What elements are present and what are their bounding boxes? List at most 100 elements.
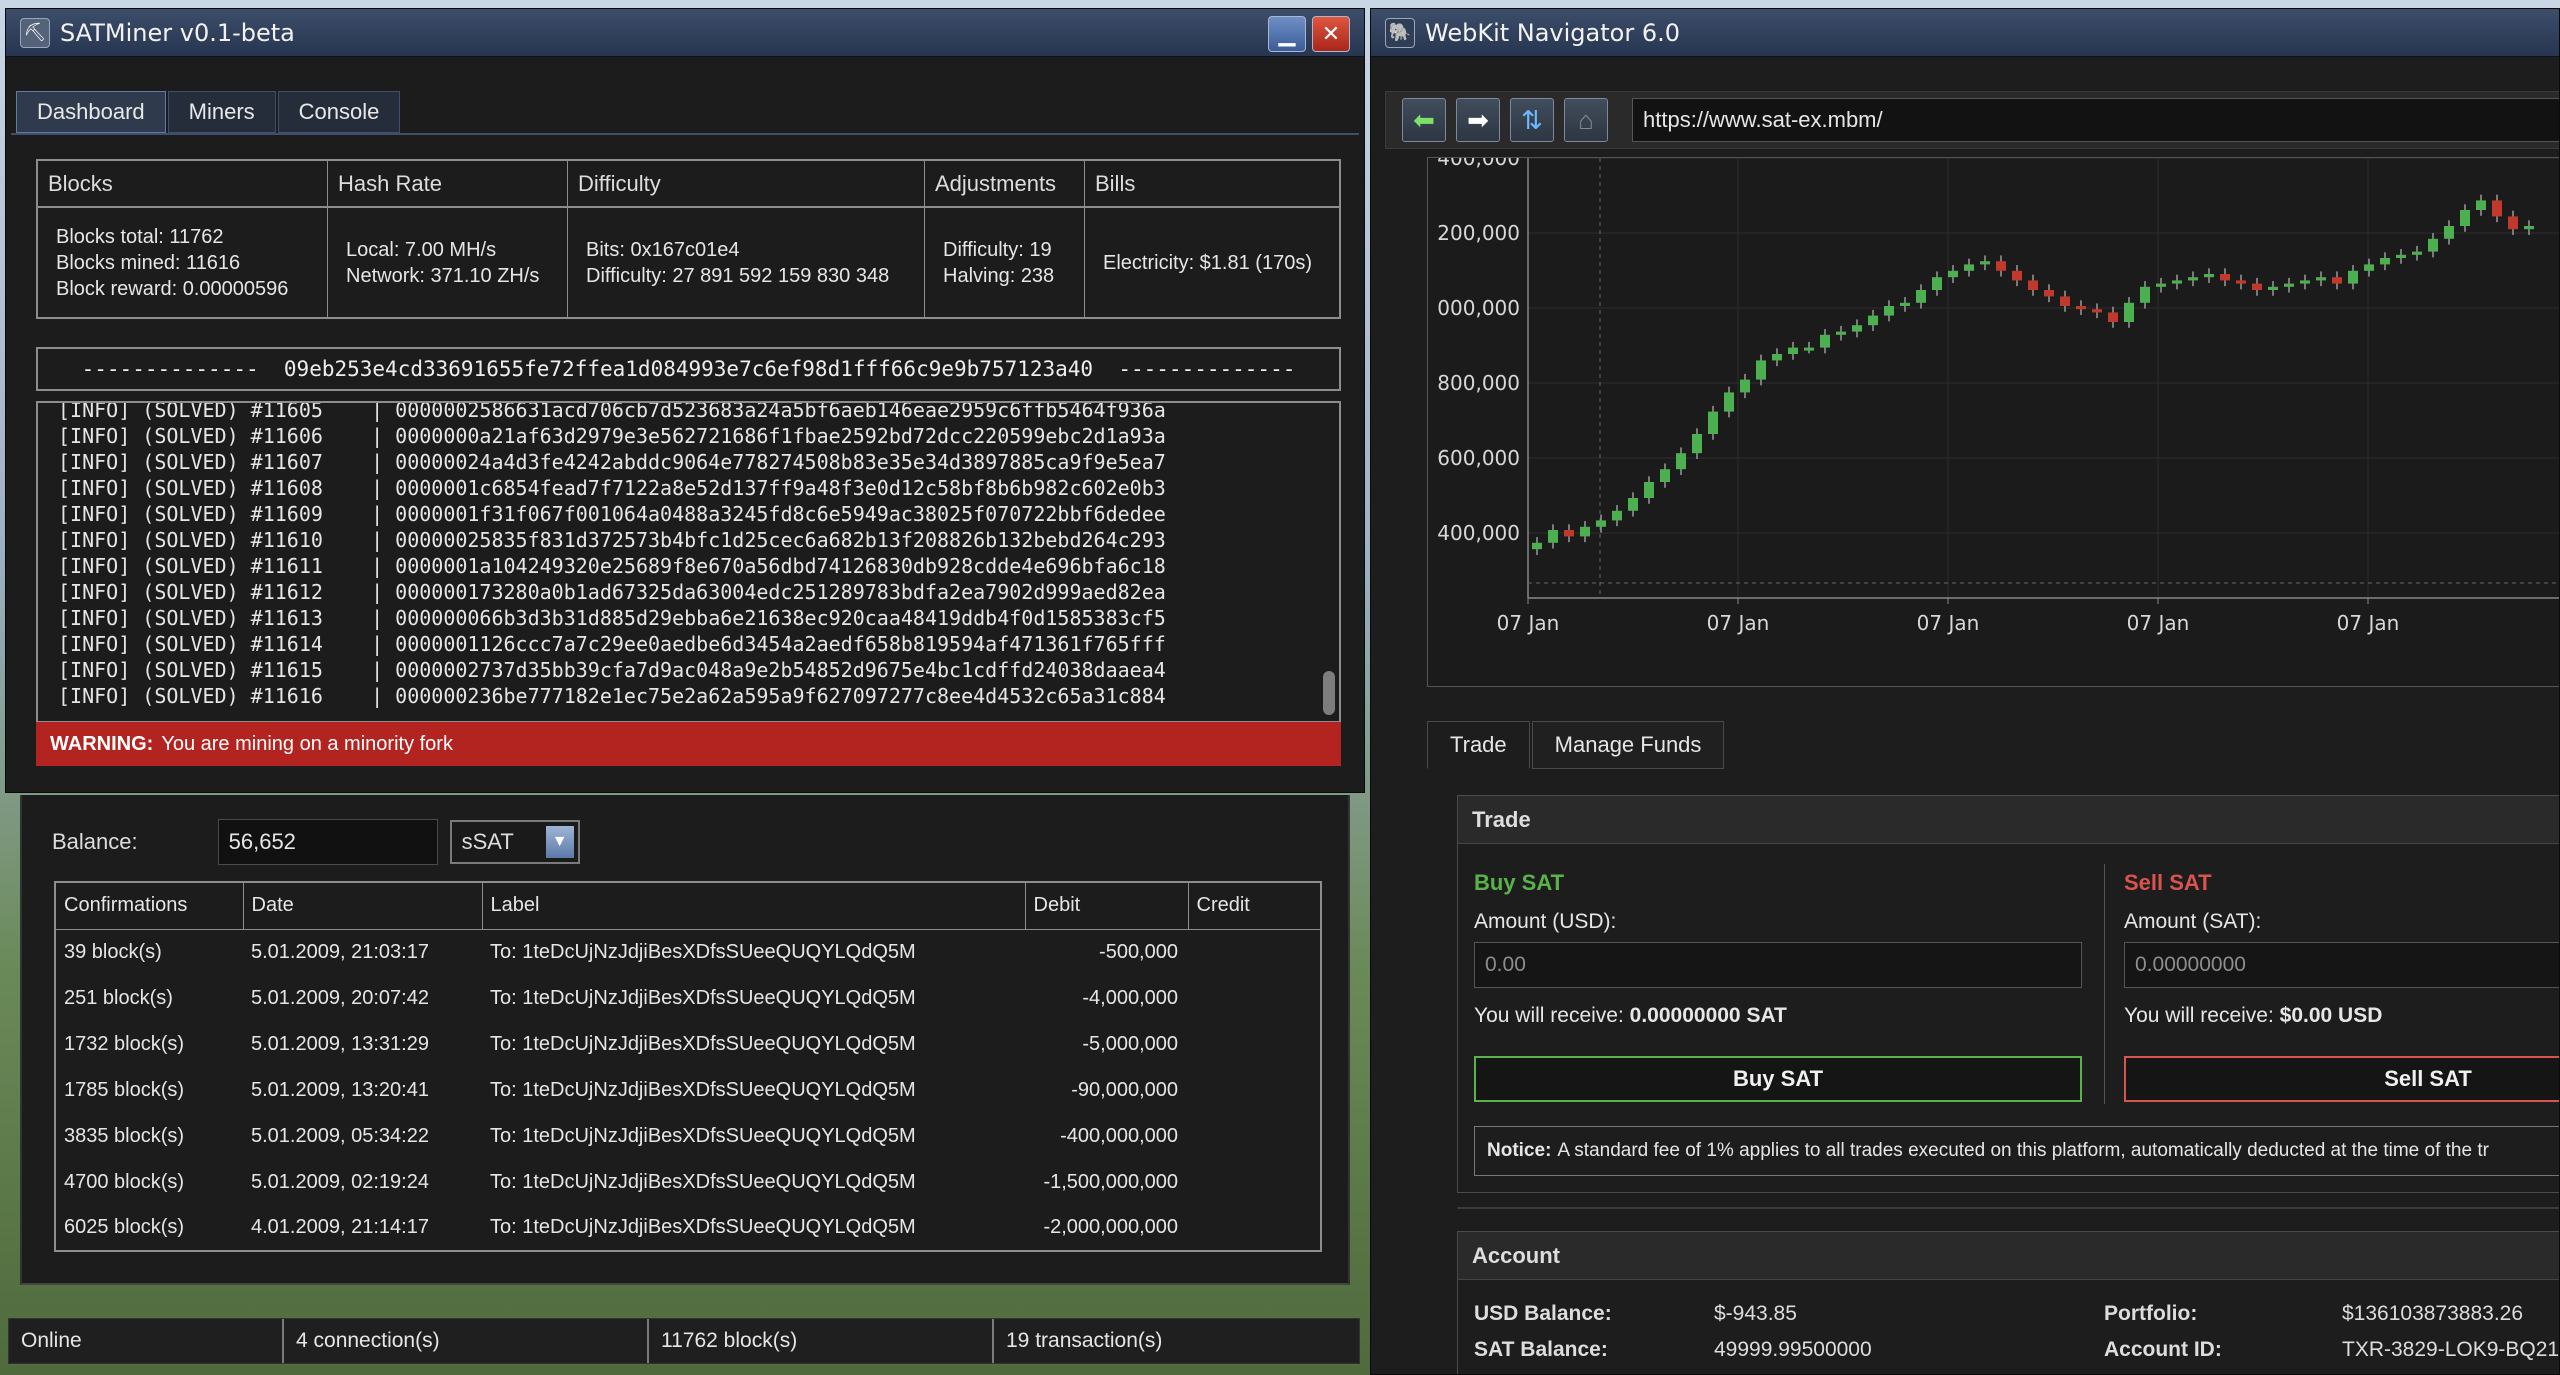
browser-titlebar[interactable]: 🐘 WebKit Navigator 6.0 [1371,9,2559,57]
stats-blocks-cell: Blocks total: 11762 Blocks mined: 11616 … [38,208,328,317]
tx-date: 5.01.2009, 13:20:41 [251,1078,429,1101]
x-tick-label: 07 Jan [1497,611,1560,635]
browser-window: 🐘 WebKit Navigator 6.0 ⬅ ➡ ⇅ ⌂ https://w… [1370,8,2560,1375]
sell-column: Sell SAT Amount (SAT): 0.00000000 You wi… [2124,870,2559,1102]
trade-header: Trade [1458,796,2559,844]
candle-body [1676,453,1686,470]
log-line: [INFO] (SOLVED) #11609 | 0000001f31f067f… [58,502,1166,526]
candle-body [1932,277,1942,290]
buy-receive-value: 0.00000000 SAT [1629,1004,1787,1027]
minimize-button[interactable]: ▁ [1268,16,1306,52]
col-confirmations[interactable]: Confirmations [54,881,244,930]
candle-body [1948,270,1958,278]
candle-body [1884,306,1894,316]
candle-body [2140,286,2150,303]
balance-field[interactable]: 56,652 [217,819,438,865]
table-row[interactable]: 4700 block(s) 5.01.2009, 02:19:24 To: 1teD… [55,1159,1321,1205]
status-connections: 4 connection(s) [284,1319,649,1363]
forward-button[interactable]: ➡ [1456,98,1500,142]
table-row[interactable]: 3835 block(s) 5.01.2009, 05:34:22 To: 1teD… [55,1113,1321,1159]
table-row[interactable]: 6025 block(s) 4.01.2009, 21:14:17 To: 1teD… [55,1205,1321,1251]
url-bar[interactable]: https://www.sat-ex.mbm/ [1632,98,2559,142]
x-tick-label: 07 Jan [1917,611,1980,635]
close-button[interactable]: ✕ [1312,16,1350,52]
col-credit[interactable]: Credit [1187,881,1322,930]
miner-titlebar[interactable]: ⛏ SATMiner v0.1-beta ▁ ✕ [6,9,1364,57]
table-row[interactable]: 1732 block(s) 5.01.2009, 13:31:29 To: 1teD… [55,1021,1321,1067]
trade-divider [2104,864,2105,1104]
candle-body [2428,238,2438,252]
table-row[interactable]: 1785 block(s) 5.01.2009, 13:20:41 To: 1teD… [55,1067,1321,1113]
stats-header-bills: Bills [1095,170,1136,196]
buy-button[interactable]: Buy SAT [1474,1056,2082,1102]
account-balances: USD Balance: $-943.85 SAT Balance: 49999.9… [1474,1296,1872,1368]
price-chart[interactable]: 400,000 200,000 000,000 800,000 600,000 400,0… [1427,146,2559,687]
stats-header-adjustments: Adjustments [925,161,1085,206]
tab-dashboard[interactable]: Dashboard [16,91,166,133]
tx-credit [1188,1159,1321,1205]
tx-label: To: 1teDcUjNzJdjiBesXDfsSUeeQUQYLQdQ5M [490,1032,916,1055]
unit-select[interactable]: sSAT ▼ [449,820,580,864]
col-label[interactable]: Label [481,881,1026,930]
candle-body [2028,280,2038,290]
x-tick-label: 07 Jan [1707,611,1770,635]
candle-body [1804,347,1814,351]
mining-log[interactable]: [INFO] (SOLVED) #11605 | 0000002586631ac… [36,401,1341,723]
trade-panel: Trade Buy SAT Amount (USD): 0.00 You wil… [1457,795,2559,1193]
sell-button[interactable]: Sell SAT [2124,1056,2559,1102]
miner-tabs: Dashboard Miners Console [16,91,402,133]
log-line: [INFO] (SOLVED) #11605 | 0000002586631ac… [58,401,1166,422]
stats-header-blocks: Blocks [38,161,328,206]
browser-navbar: ⬅ ➡ ⇅ ⌂ https://www.sat-ex.mbm/ [1385,91,2559,149]
candle-body [1740,379,1750,393]
stats-bills-cell: Electricity: $1.81 (170s) [1085,208,1339,317]
tx-label: To: 1teDcUjNzJdjiBesXDfsSUeeQUQYLQdQ5M [490,1170,916,1193]
electricity-bill: Electricity: $1.81 (170s) [1103,251,1312,274]
tx-confirmations: 4700 block(s) [64,1170,185,1193]
table-row[interactable]: 39 block(s) 5.01.2009, 21:03:17 To: 1teDcU… [55,929,1321,975]
tab-divider [11,133,1359,135]
table-row[interactable]: 251 block(s) 5.01.2009, 20:07:42 To: 1teDc… [55,975,1321,1021]
sat-balance-value: 49999.99500000 [1714,1338,1872,1361]
tx-debit: -500,000 [1099,940,1178,963]
tx-label: To: 1teDcUjNzJdjiBesXDfsSUeeQUQYLQdQ5M [490,986,916,1009]
x-tick-label: 07 Jan [2337,611,2400,635]
sell-amount-input[interactable]: 0.00000000 [2124,942,2559,988]
section-divider [1457,1207,2559,1209]
buy-amount-input[interactable]: 0.00 [1474,942,2082,988]
refresh-button[interactable]: ⇅ [1510,98,1554,142]
candle-body [2092,309,2102,313]
log-scrollbar[interactable] [1323,671,1335,715]
tab-miners[interactable]: Miners [167,91,276,133]
x-tick-label: 07 Jan [2127,611,2190,635]
back-button[interactable]: ⬅ [1402,98,1446,142]
tab-trade[interactable]: Trade [1427,721,1530,769]
candle-body [2220,274,2230,281]
candle-body [1548,530,1558,543]
col-debit[interactable]: Debit [1024,881,1189,930]
y-tick-label: 400,000 [1437,158,1520,170]
sell-amount-label: Amount (SAT): [2124,910,2262,933]
balance-row: Balance: 56,652 sSAT ▼ [52,819,580,865]
portfolio-label: Portfolio: [2104,1302,2198,1325]
candle-body [1660,469,1670,482]
stats-hashrate-cell: Local: 7.00 MH/s Network: 371.10 ZH/s [328,208,568,317]
fee-notice: Notice: A standard fee of 1% applies to … [1474,1126,2559,1176]
arrow-right-icon: ➡ [1467,104,1489,135]
chevron-down-icon[interactable]: ▼ [545,826,574,858]
browser-app-icon: 🐘 [1385,17,1415,48]
tx-credit [1188,1205,1321,1251]
log-line: [INFO] (SOLVED) #11613 | 000000066b3d3b3… [58,606,1166,630]
tx-debit: -5,000,000 [1082,1032,1178,1055]
home-button[interactable]: ⌂ [1564,98,1608,142]
col-date[interactable]: Date [242,881,483,930]
tab-manage-funds[interactable]: Manage Funds [1531,721,1725,769]
buy-amount-label: Amount (USD): [1474,910,1617,933]
y-tick-label: 200,000 [1437,221,1520,245]
usd-balance-label: USD Balance: [1474,1302,1612,1325]
candle-body [1596,520,1606,527]
sat-balance-label: SAT Balance: [1474,1338,1608,1361]
transaction-table: Confirmations Date Label Debit Credit 39… [54,881,1322,1252]
status-blocks: 11762 block(s) [649,1319,994,1363]
tab-console[interactable]: Console [277,91,401,133]
